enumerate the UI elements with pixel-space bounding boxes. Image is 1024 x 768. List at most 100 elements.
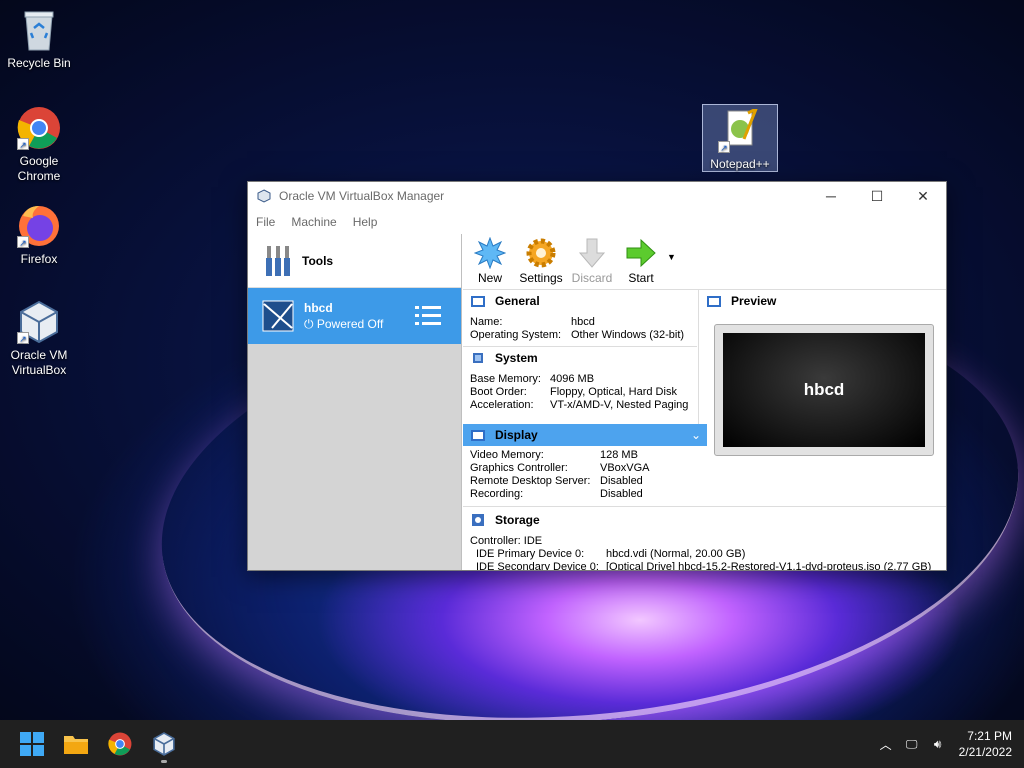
display-key: Video Memory: [470,449,544,461]
shortcut-arrow-icon: ↗ [17,138,29,150]
menu-machine[interactable]: Machine [291,215,336,229]
general-row: Operating System: Other Windows (32-bit) [463,329,697,342]
taskbar-virtualbox[interactable] [142,722,186,766]
start-arrow-icon [626,238,656,268]
general-title: General [495,294,540,308]
menu-file[interactable]: File [256,215,275,229]
display-value: VBoxVGA [600,462,650,474]
folder-icon [64,736,88,754]
general-section: General Name: hbcd Operating System: Other… [463,290,697,412]
system-key: Acceleration: [470,399,534,411]
taskbar-file-explorer[interactable] [54,722,98,766]
vm-state: ⏻ Powered Off [304,317,383,332]
clock[interactable]: 7:21 PM 2/21/2022 [951,728,1024,760]
notepadpp-icon: ↗ [718,105,762,153]
new-button[interactable]: New [467,234,513,289]
system-key: Boot Order: [470,386,527,398]
display-header[interactable]: Display ⌄ [463,424,707,446]
system-key: Base Memory: [470,373,541,385]
system-value: 4096 MB [550,373,595,385]
vm-name: hbcd [304,300,333,315]
storage-controller: Controller: IDE [470,535,543,547]
shortcut-arrow-icon: ↗ [17,236,29,248]
maximize-button[interactable]: ☐ [854,182,900,210]
minimize-button[interactable]: ─ [808,182,854,210]
general-header[interactable]: General [463,290,697,312]
menu-bar: File Machine Help [248,210,946,234]
settings-button[interactable]: Settings [516,234,566,289]
show-hidden-icons-chevron-icon[interactable]: ︿ [873,736,899,753]
system-tray: ︿ 🖵 🔊︎ 7:21 PM 2/21/2022 [873,728,1024,760]
vm-os-icon [262,300,294,332]
display-section: Display ⌄ Video Memory: 128 MB Graphics Co… [463,424,946,570]
preview-header[interactable]: Preview [699,290,946,312]
discard-button[interactable]: Discard [569,234,615,289]
volume-icon[interactable]: 🔊︎ [925,737,951,752]
storage-value: hbcd.vdi (Normal, 20.00 GB) [606,548,746,560]
close-button[interactable]: ✕ [900,182,946,210]
shortcut-arrow-icon: ↗ [718,141,730,153]
desktop-icon-firefox[interactable]: ↗ Firefox [1,204,77,267]
tools-item[interactable]: Tools [248,234,461,288]
display-row: Video Memory: 128 MB [463,449,946,462]
virtualbox-app-icon [257,189,271,203]
desktop-icon-recycle-bin[interactable]: Recycle Bin [1,8,77,71]
display-row: Recording: Disabled [463,488,946,501]
start-menu-button[interactable] [10,722,54,766]
preview-title: Preview [731,294,777,308]
monitor-icon [707,295,721,307]
display-key: Recording: [470,488,524,500]
machine-list-pane: Tools hbcd ⏻ Powered Off [248,234,462,570]
start-label: Start [628,271,654,285]
display-row: Graphics Controller: VBoxVGA [463,462,946,475]
desktop-icon-label: Recycle Bin [7,56,71,70]
storage-value: [Optical Drive] hbcd-15.2-Restored-V1.1-… [606,561,932,570]
system-row: Base Memory: 4096 MB [463,373,697,386]
system-value: Floppy, Optical, Hard Disk [550,386,677,398]
shortcut-arrow-icon: ↗ [17,332,29,344]
virtualbox-icon: ↗ [17,300,61,344]
general-key: Name: [470,316,503,328]
desktop-icon-google-chrome[interactable]: ↗ Google Chrome [1,106,77,184]
display-value: 128 MB [600,449,638,461]
system-header[interactable]: System [463,347,697,369]
general-value: hbcd [571,316,595,328]
storage-row: IDE Secondary Device 0: [Optical Drive] h… [463,561,946,570]
title-bar[interactable]: Oracle VM VirtualBox Manager ─ ☐ ✕ [248,182,946,210]
display-value: Disabled [600,488,643,500]
taskbar-chrome[interactable] [98,722,142,766]
start-dropdown-arrow-icon[interactable]: ▼ [667,234,676,289]
running-indicator [161,760,167,763]
display-row: Remote Desktop Server: Disabled [463,475,946,488]
desktop-icon-virtualbox[interactable]: ↗ Oracle VM VirtualBox [1,300,77,378]
tools-icon [266,245,290,276]
display-key: Remote Desktop Server: [470,475,591,487]
windows-logo-icon [20,732,44,756]
display-value: Disabled [600,475,643,487]
collapse-chevron-icon[interactable]: ⌄ [691,428,701,442]
settings-label: Settings [519,271,563,285]
desktop-icon-notepadpp[interactable]: ↗ Notepad++ [702,104,778,172]
system-value: VT-x/AMD-V, Nested Paging [550,399,689,411]
network-icon[interactable]: 🖵 [899,737,925,752]
chrome-icon [108,732,132,756]
chip-icon [473,353,483,363]
vm-details-menu-icon[interactable] [415,305,441,327]
vm-state-text: Powered Off [316,316,384,331]
monitor-icon [471,429,485,441]
clock-time: 7:21 PM [967,729,1012,743]
storage-title: Storage [495,513,540,527]
storage-disk-icon [472,514,484,526]
virtualbox-icon [153,732,175,756]
vm-list-item-hbcd[interactable]: hbcd ⏻ Powered Off [248,288,461,344]
start-button[interactable]: Start [618,234,664,289]
main-toolbar: New Settings Discard Start ▼ [463,234,946,290]
desktop-icon-label: Firefox [20,252,58,266]
firefox-icon: ↗ [17,204,61,248]
system-row: Acceleration: VT-x/AMD-V, Nested Paging [463,399,697,412]
preview-section: Preview hbcd [698,290,946,456]
storage-header[interactable]: Storage [463,509,946,531]
recycle-bin-icon [17,8,61,52]
menu-help[interactable]: Help [353,215,378,229]
settings-gear-icon [526,238,556,268]
